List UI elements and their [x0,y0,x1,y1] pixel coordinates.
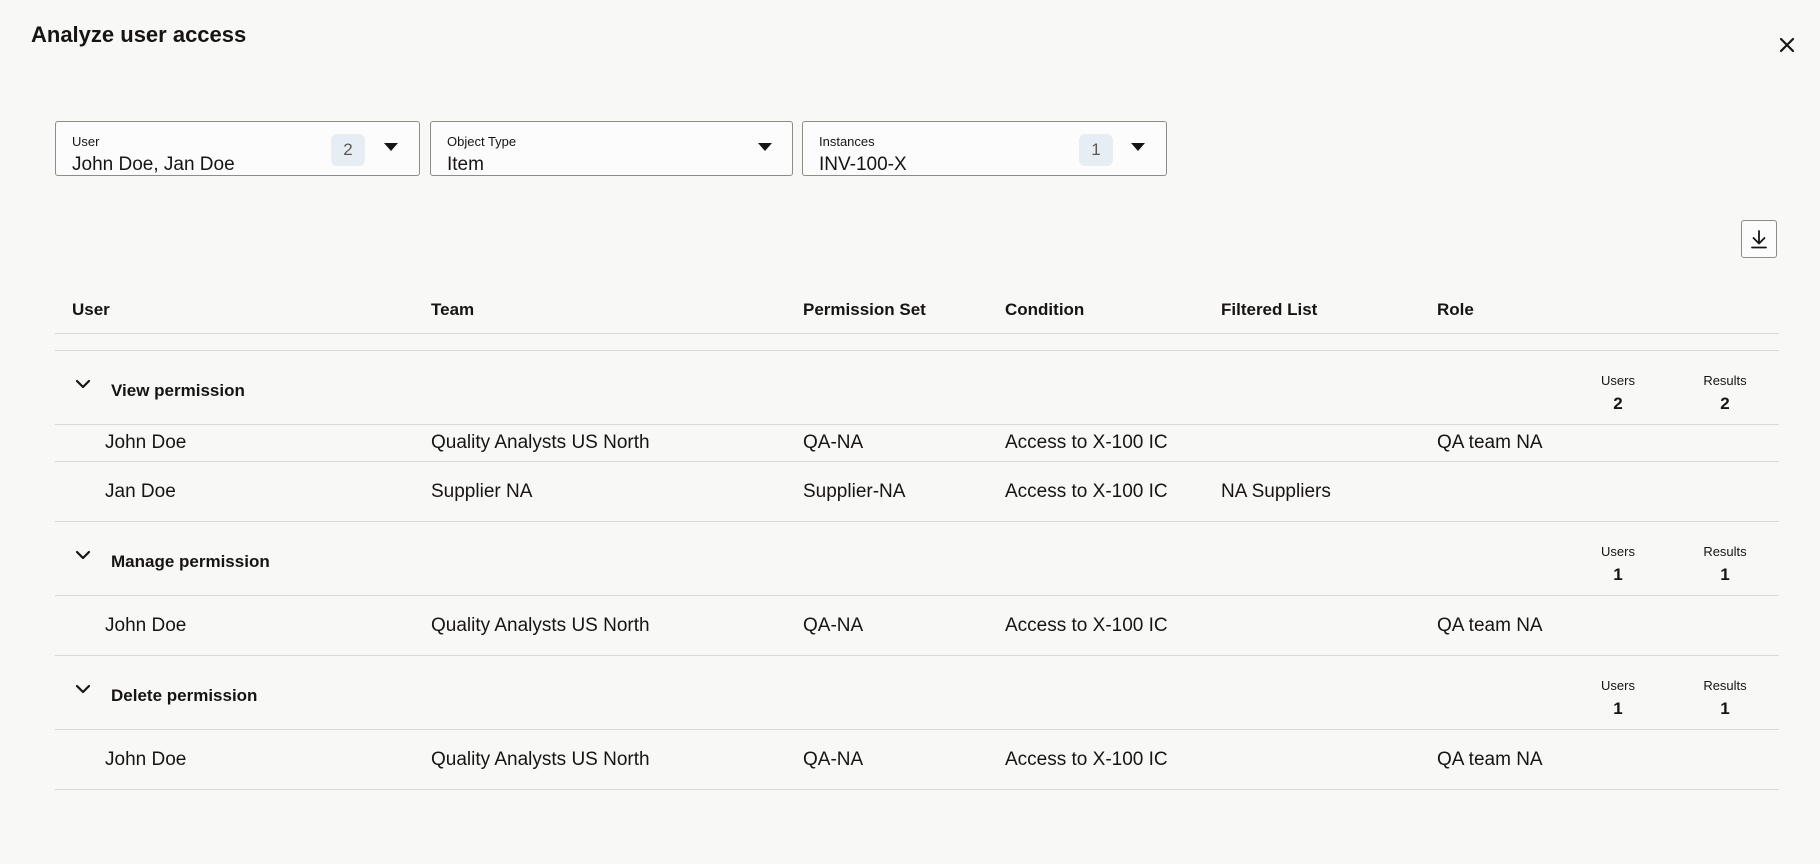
cell-role: QA team NA [1437,614,1543,636]
caret-down-icon[interactable] [1131,143,1145,151]
chevron-down-icon[interactable] [73,682,93,696]
cell-condition: Access to X-100 IC [1005,480,1168,502]
user-filter-value: John Doe, Jan Doe [72,154,235,175]
user-count-badge: 2 [331,134,365,166]
cell-user: John Doe [105,432,187,453]
chevron-down-icon[interactable] [73,548,93,562]
access-table: User Team Permission Set Condition Filte… [55,288,1779,790]
results-stat-label: Results [1703,373,1747,388]
column-header-role[interactable]: Role [1437,300,1474,320]
column-header-condition[interactable]: Condition [1005,300,1084,320]
users-stat: Users 1 [1583,522,1653,585]
column-header-permission-set[interactable]: Permission Set [803,300,926,320]
cell-permission-set: QA-NA [803,432,864,453]
group-view-permission: View permission Users 2 Results 2 [55,351,1779,425]
cell-filtered-list: NA Suppliers [1221,480,1331,502]
group-title: Delete permission [111,686,258,705]
cell-user: John Doe [105,614,187,636]
cell-team: Quality Analysts US North [431,614,650,636]
results-stat-value: 2 [1720,394,1730,413]
download-button[interactable] [1741,220,1777,258]
column-header-filtered-list[interactable]: Filtered List [1221,300,1317,320]
users-stat-label: Users [1601,678,1635,693]
chevron-down-icon[interactable] [73,377,93,391]
results-stat-value: 1 [1720,565,1730,584]
users-stat-label: Users [1601,544,1635,559]
column-header-team[interactable]: Team [431,300,474,320]
cell-user: John Doe [105,748,187,770]
results-stat-label: Results [1703,544,1747,559]
object-type-label: Object Type [447,134,517,149]
cell-team: Supplier NA [431,480,533,502]
cell-permission-set: Supplier-NA [803,480,906,502]
group-title: Manage permission [111,552,270,571]
users-stat-label: Users [1601,373,1635,388]
instances-count-badge: 1 [1079,134,1113,166]
cell-condition: Access to X-100 IC [1005,432,1168,453]
close-button[interactable] [1772,30,1802,60]
instances-select[interactable]: Instances INV-100-X 1 [802,121,1167,176]
cell-condition: Access to X-100 IC [1005,748,1168,770]
user-filter-label: User [72,134,100,149]
table-row[interactable]: John Doe Quality Analysts US North QA-NA… [55,730,1779,790]
page-title: Analyze user access [31,22,247,47]
group-manage-permission: Manage permission Users 1 Results 1 [55,522,1779,596]
cell-role: QA team NA [1437,432,1543,453]
results-stat: Results 2 [1690,351,1760,414]
object-type-value: Item [447,154,484,175]
users-stat-value: 2 [1613,394,1623,413]
results-stat: Results 1 [1690,522,1760,585]
users-stat: Users 1 [1583,656,1653,719]
caret-down-icon[interactable] [384,143,398,151]
group-delete-permission: Delete permission Users 1 Results 1 [55,656,1779,730]
cell-permission-set: QA-NA [803,748,864,770]
instances-value: INV-100-X [819,154,907,175]
cell-team: Quality Analysts US North [431,748,650,770]
cell-role: QA team NA [1437,748,1543,770]
results-stat-label: Results [1703,678,1747,693]
users-stat: Users 2 [1583,351,1653,414]
table-row[interactable]: John Doe Quality Analysts US North QA-NA… [55,425,1779,462]
cell-user: Jan Doe [105,480,176,502]
header-spacer [55,334,1779,351]
table-row[interactable]: Jan Doe Supplier NA Supplier-NA Access t… [55,462,1779,522]
results-stat-value: 1 [1720,699,1730,718]
instances-label: Instances [819,134,875,149]
caret-down-icon[interactable] [758,143,772,151]
cell-team: Quality Analysts US North [431,432,650,453]
cell-condition: Access to X-100 IC [1005,614,1168,636]
download-icon [1751,230,1767,249]
results-stat: Results 1 [1690,656,1760,719]
cell-permission-set: QA-NA [803,614,864,636]
table-row[interactable]: John Doe Quality Analysts US North QA-NA… [55,596,1779,656]
users-stat-value: 1 [1613,565,1623,584]
user-filter-select[interactable]: User John Doe, Jan Doe 2 [55,121,420,176]
column-header-user[interactable]: User [72,300,110,320]
close-icon [1779,37,1795,53]
users-stat-value: 1 [1613,699,1623,718]
table-header: User Team Permission Set Condition Filte… [55,288,1779,334]
group-title: View permission [111,381,245,400]
object-type-select[interactable]: Object Type Item [430,121,793,176]
